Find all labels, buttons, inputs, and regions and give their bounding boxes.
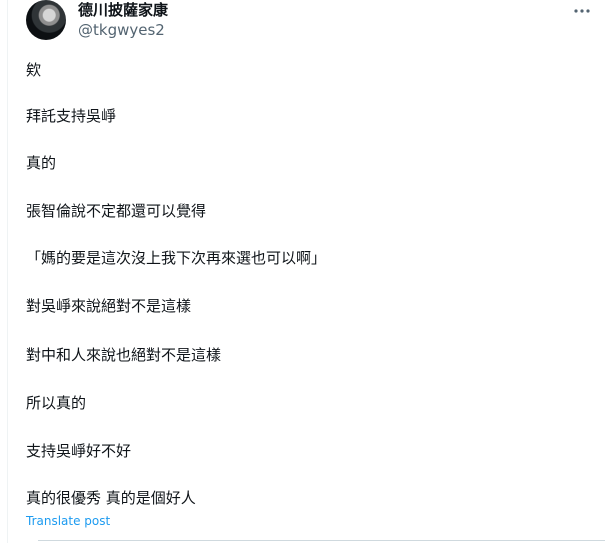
thread-divider-left (7, 0, 8, 543)
avatar[interactable] (26, 0, 66, 40)
more-horizontal-icon (574, 9, 590, 13)
author-display-name[interactable]: 德川披薩家康 (78, 1, 168, 19)
translate-post-link[interactable]: Translate post (26, 513, 110, 529)
post-line-10: 真的很優秀 真的是個好人 (26, 489, 196, 507)
post-line-1: 欸 (26, 61, 42, 79)
post-line-6: 對吳崢來說絕對不是這樣 (26, 297, 192, 315)
post-line-3: 真的 (26, 154, 57, 172)
post-line-9: 支持吳崢好不好 (26, 442, 132, 460)
post-line-8: 所以真的 (26, 394, 87, 412)
post-bottom-divider (38, 540, 605, 541)
more-options-button[interactable] (567, 0, 597, 22)
author-handle[interactable]: @tkgwyes2 (78, 21, 165, 39)
post-line-7: 對中和人來說也絕對不是這樣 (26, 346, 222, 364)
post-line-2: 拜託支持吳崢 (26, 107, 117, 125)
post-line-4: 張智倫說不定都還可以覺得 (26, 202, 207, 220)
post-line-5: 「媽的要是這次沒上我下次再來選也可以啊」 (26, 249, 327, 267)
